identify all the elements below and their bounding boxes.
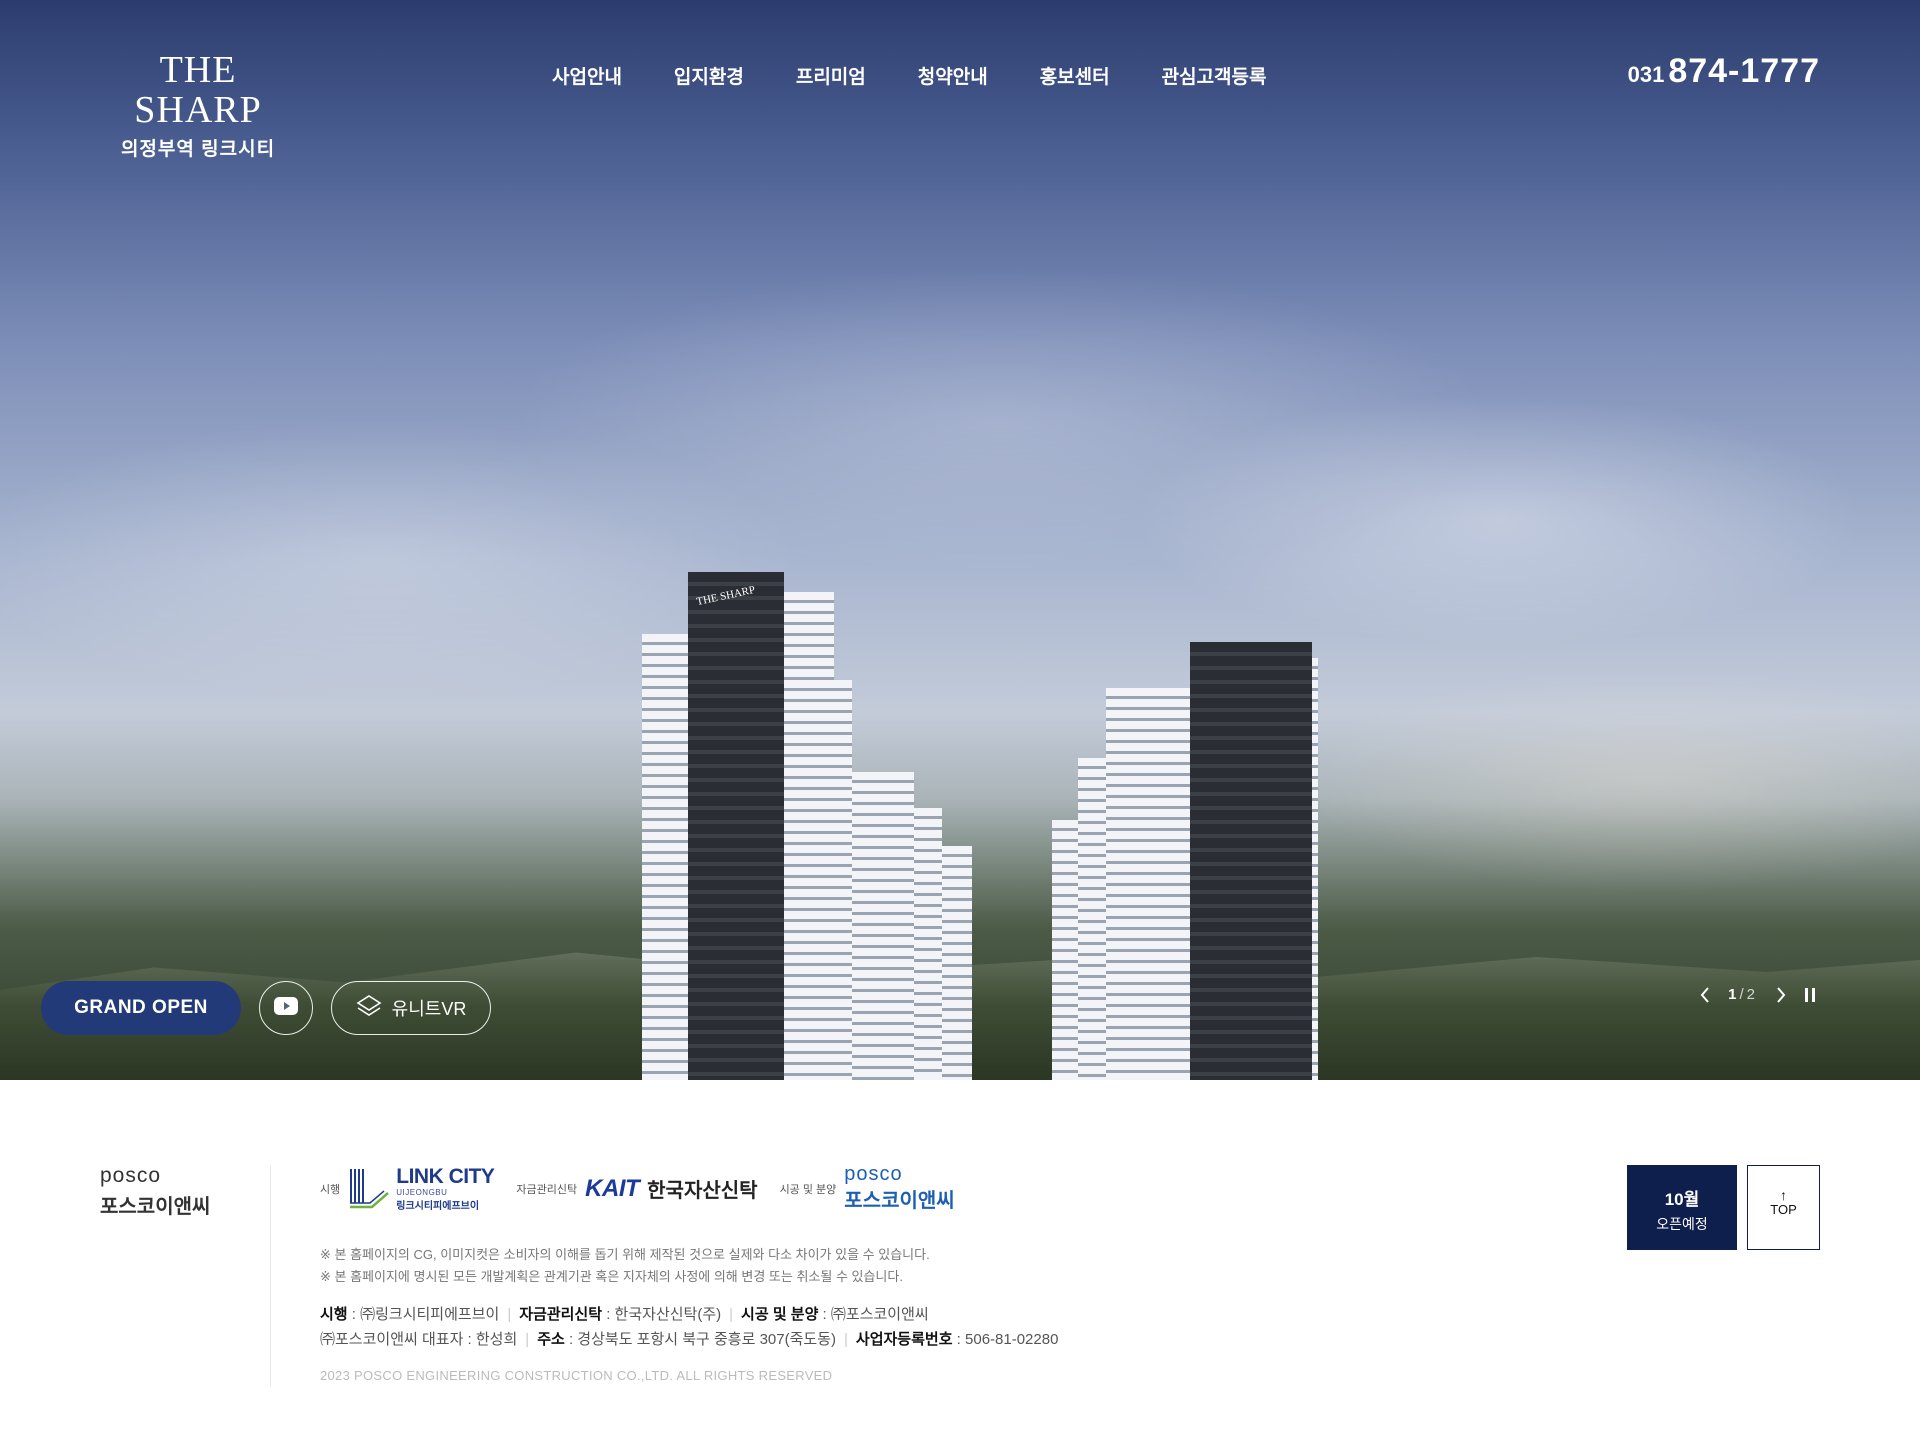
slider-pause-button[interactable]	[1804, 987, 1816, 1003]
info-label: 자금관리신탁	[519, 1306, 603, 1323]
footer-divider	[270, 1166, 271, 1386]
layers-icon	[356, 994, 382, 1023]
open-month: 10월	[1664, 1190, 1700, 1209]
info-separator: |	[525, 1331, 530, 1348]
slide-current: 1	[1728, 986, 1740, 1003]
link-city-logo-icon	[348, 1167, 390, 1211]
unit-vr-label: 유니트VR	[391, 999, 467, 1019]
footer-logo: posco 포스코이앤씨	[100, 1164, 210, 1219]
info-separator: |	[729, 1306, 734, 1323]
phone-area-code: 031	[1627, 62, 1665, 87]
posco-logo: posco 포스코이앤씨	[844, 1164, 954, 1213]
top-label: TOP	[1770, 1202, 1797, 1217]
nav-item-subscription[interactable]: 청약안내	[918, 62, 988, 89]
info-label: 주소	[537, 1331, 565, 1348]
arrow-up-icon: ↑	[1780, 1187, 1787, 1203]
pause-icon	[1805, 987, 1815, 1002]
youtube-icon	[274, 996, 298, 1020]
slide-counter: 1/2	[1728, 986, 1758, 1003]
partner-trust: 자금관리신탁 KAIT 한국자산신탁	[516, 1174, 757, 1203]
partner-builder: 시공 및 분양 posco 포스코이앤씨	[780, 1164, 955, 1213]
open-text: 오픈예정	[1656, 1216, 1708, 1232]
info-value: : ㈜포스코이앤씨	[818, 1306, 929, 1323]
info-value: ㈜포스코이앤씨 대표자 : 한성희	[320, 1331, 518, 1348]
info-value: : 한국자산신탁(주)	[602, 1306, 722, 1323]
site-footer: posco 포스코이앤씨 시행 LINK CITY UIJEONGBU 링크시티…	[0, 1080, 1920, 1430]
scroll-top-button[interactable]: ↑ TOP	[1747, 1165, 1820, 1250]
logo-subtitle: 의정부역 링크시티	[120, 139, 276, 160]
footer-logo-ko: 포스코이앤씨	[100, 1196, 211, 1218]
open-schedule-badge: 10월 오픈예정	[1627, 1165, 1737, 1250]
info-value: : 506-81-02280	[952, 1331, 1059, 1348]
slider-next-button[interactable]	[1776, 986, 1786, 1003]
link-city-ko: 링크시티피에프브이	[396, 1200, 480, 1212]
info-value: : 경상북도 포항시 북구 중흥로 307(죽도동)	[564, 1331, 836, 1348]
site-logo[interactable]: THE SHARP 의정부역 링크시티	[100, 50, 296, 161]
copyright: 2023 POSCO ENGINEERING CONSTRUCTION CO.,…	[320, 1368, 833, 1383]
info-separator: |	[844, 1331, 848, 1348]
kait-name: 한국자산신탁	[647, 1180, 758, 1202]
nav-item-promotion[interactable]: 홍보센터	[1040, 62, 1110, 89]
chevron-right-icon	[1777, 986, 1786, 1003]
info-separator: |	[507, 1306, 512, 1323]
company-info-line-2: ㈜포스코이앤씨 대표자 : 한성희 | 주소 : 경상북도 포항시 북구 중흥로 3…	[320, 1327, 1058, 1352]
info-label: 시행	[320, 1306, 348, 1323]
chevron-left-icon	[1700, 986, 1709, 1003]
disclaimer-line: ※ 본 홈페이지의 CG, 이미지컷은 소비자의 이해를 돕기 위해 제작된 것…	[320, 1247, 930, 1262]
link-city-sub: UIJEONGBU	[396, 1187, 448, 1197]
nav-item-location[interactable]: 입지환경	[674, 62, 744, 89]
nav-item-premium[interactable]: 프리미엄	[796, 62, 866, 89]
slider-controls: 1/2	[1700, 986, 1816, 1003]
unit-vr-button[interactable]: 유니트VR	[331, 981, 491, 1035]
footer-logo-en: posco	[100, 1164, 162, 1187]
company-info-line-1: 시행 : ㈜링크시티피에프브이 | 자금관리신탁 : 한국자산신탁(주) | 시공 및 …	[320, 1302, 1058, 1327]
slider-prev-button[interactable]	[1700, 986, 1710, 1003]
hero-visual: THE SHARP	[0, 0, 1920, 1080]
company-info: 시행 : ㈜링크시티피에프브이 | 자금관리신탁 : 한국자산신탁(주) | 시공 및 …	[320, 1302, 1058, 1352]
info-label: 시공 및 분양	[741, 1306, 819, 1323]
partner-developer: 시행 LINK CITY UIJEONGBU 링크시티피에프브이	[320, 1164, 495, 1212]
nav-item-register[interactable]: 관심고객등록	[1162, 62, 1267, 89]
slide-total: 2	[1746, 986, 1758, 1003]
partner-developer-role: 시행	[320, 1183, 341, 1196]
partner-logos: 시행 LINK CITY UIJEONGBU 링크시티피에프브이 자금관리신탁 …	[320, 1164, 955, 1213]
link-city-logo-text: LINK CITY UIJEONGBU 링크시티피에프브이	[396, 1164, 495, 1212]
main-nav: 사업안내 입지환경 프리미엄 청약안내 홍보센터 관심고객등록	[552, 62, 1319, 89]
partner-trust-role: 자금관리신탁	[516, 1183, 578, 1196]
kait-logo: KAIT	[585, 1174, 640, 1202]
phone-main-number: 874-1777	[1668, 52, 1820, 90]
disclaimer-line: ※ 본 홈페이지에 명시된 모든 개발계획은 관계기관 혹은 지자체의 사정에 …	[320, 1269, 903, 1284]
posco-logo-en: posco	[844, 1163, 903, 1185]
logo-brand: THE SHARP	[134, 49, 262, 131]
nav-item-business[interactable]: 사업안내	[552, 62, 622, 89]
youtube-button[interactable]	[259, 981, 313, 1035]
link-city-name: LINK CITY	[396, 1164, 495, 1188]
grand-open-button[interactable]: GRAND OPEN	[41, 981, 241, 1035]
slide-separator: /	[1739, 986, 1747, 1003]
info-value: : ㈜링크시티피에프브이	[347, 1306, 500, 1323]
info-label: 사업자등록번호	[855, 1331, 953, 1348]
disclaimer-notes: ※ 본 홈페이지의 CG, 이미지컷은 소비자의 이해를 돕기 위해 제작된 것…	[320, 1244, 930, 1288]
posco-logo-ko: 포스코이앤씨	[844, 1190, 955, 1212]
partner-builder-role: 시공 및 분양	[779, 1183, 837, 1196]
phone-number[interactable]: 031 874-1777	[1628, 52, 1820, 91]
